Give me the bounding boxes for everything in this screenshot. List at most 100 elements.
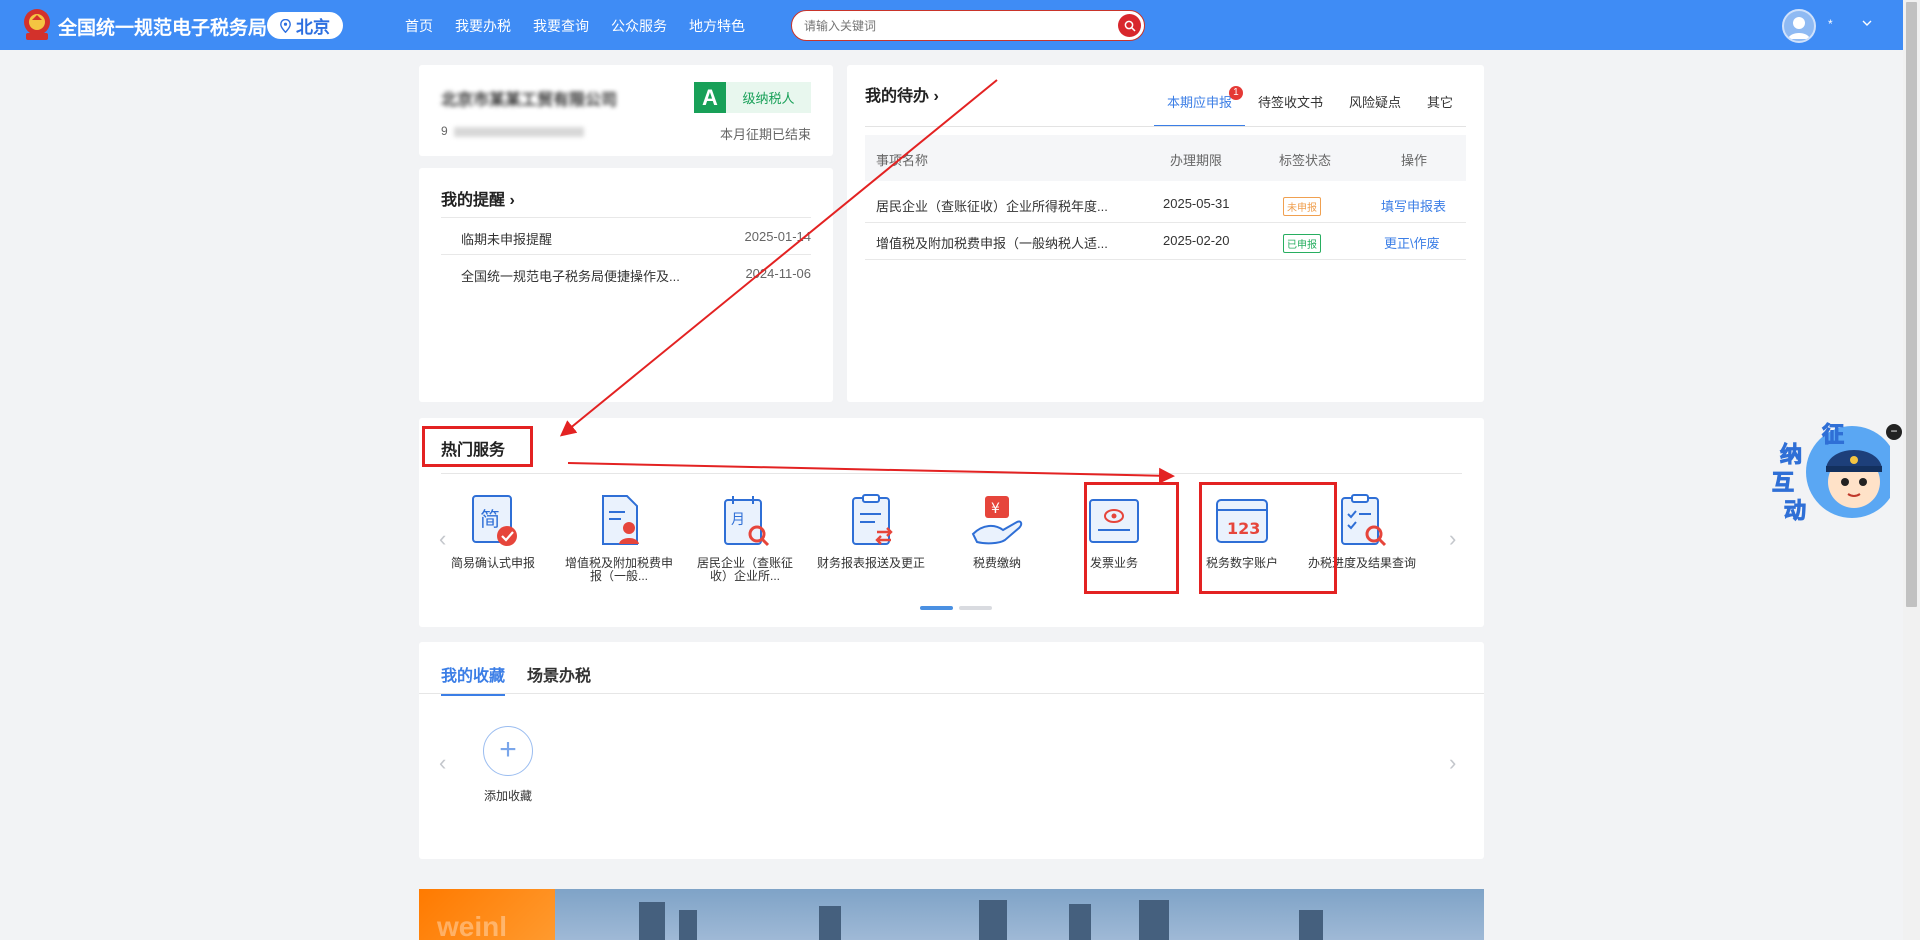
tax-payment-icon: ¥ (971, 496, 1023, 545)
col-deadline: 办理期限 (1170, 153, 1223, 168)
hot-services-title: 热门服务 (441, 442, 506, 459)
todo-count-badge: 1 (1228, 86, 1243, 100)
add-favorite-button[interactable]: + (483, 726, 533, 776)
hot-services-card: 热门服务 ‹ › 简 简易确认式申报 增值税及附加税费申报（一般... 月 居民… (419, 418, 1484, 627)
company-card: 北京市某某工贸有限公司 9 A 级纳税人 本月征期已结束 (419, 65, 833, 156)
status-badge: 已申报 (1283, 234, 1321, 253)
highlight-box (1199, 482, 1337, 594)
service-financial-report[interactable]: 财务报表报送及更正 (816, 494, 926, 570)
service-vat-declare[interactable]: 增值税及附加税费申报（一般... (564, 494, 674, 583)
service-label: 财务报表报送及更正 (816, 556, 925, 570)
favorites-prev-button[interactable]: ‹ (439, 750, 446, 776)
reminder-date: 2025-01-14 (744, 229, 812, 244)
username[interactable]: * (1828, 17, 1833, 31)
todo-item-name: 居民企业（查账征收）企业所得税年度... (876, 199, 1108, 214)
col-status: 标签状态 (1279, 153, 1332, 168)
progress-query-icon (1341, 494, 1387, 547)
service-tax-payment[interactable]: ¥ 税费缴纳 (942, 494, 1052, 570)
reminder-item[interactable]: 全国统一规范电子税务局便捷操作及... 2024-11-06 (441, 254, 811, 291)
search-icon (1124, 20, 1136, 32)
nav-public-service[interactable]: 公众服务 (611, 16, 667, 36)
tax-assistant-widget[interactable]: 征 纳 互 动 (1770, 420, 1890, 530)
carousel-dot[interactable] (920, 606, 953, 610)
add-favorite-label: 添加收藏 (483, 789, 532, 803)
correct-void-link[interactable]: 更正\作废 (1384, 233, 1440, 252)
city-name: 北京 (296, 18, 330, 37)
banner-logo-block: weinl (419, 889, 555, 940)
banner-building (1069, 904, 1091, 940)
assistant-char: 征 (1822, 422, 1844, 448)
assistant-close-button[interactable]: − (1886, 424, 1902, 440)
nav-query[interactable]: 我要查询 (533, 16, 589, 36)
tab-other[interactable]: 其它 (1414, 95, 1466, 127)
tab-scenario-tax[interactable]: 场景办税 (527, 662, 591, 696)
table-row: 居民企业（查账征收）企业所得税年度... 2025-05-31 未申报 填写申报… (865, 186, 1466, 223)
favorites-card: 我的收藏 场景办税 ‹ › + 添加收藏 (419, 642, 1484, 859)
city-selector[interactable]: 北京 (267, 12, 343, 39)
nav-local-feature[interactable]: 地方特色 (689, 16, 745, 36)
tab-risk[interactable]: 风险疑点 (1336, 95, 1414, 127)
chevron-down-icon[interactable] (1862, 19, 1872, 27)
search-button[interactable] (1118, 14, 1141, 37)
svg-text:简: 简 (480, 507, 500, 531)
tax-emblem-logo[interactable] (20, 7, 54, 43)
tax-id: 9 (441, 124, 584, 138)
reminder-date: 2024-11-06 (745, 266, 811, 281)
reminders-title[interactable]: 我的提醒 › (441, 186, 515, 210)
service-corp-income[interactable]: 月 居民企业（查账征收）企业所... (690, 494, 800, 583)
tab-pending-docs[interactable]: 待签收文书 (1245, 95, 1336, 127)
period-status: 本月征期已结束 (719, 127, 811, 142)
corp-income-icon: 月 (724, 496, 770, 547)
reminder-text: 全国统一规范电子税务局便捷操作及... (461, 269, 680, 284)
banner-building (1139, 900, 1169, 940)
nav-handle-tax[interactable]: 我要办税 (455, 16, 511, 36)
svg-text:月: 月 (731, 512, 745, 528)
financial-report-icon (852, 494, 893, 545)
tax-id-redacted (453, 126, 584, 137)
assistant-char: 动 (1784, 499, 1806, 524)
todo-table-header: 事项名称 办理期限 标签状态 操作 (865, 135, 1466, 181)
search-input[interactable] (804, 17, 1094, 35)
reminders-card: 我的提醒 › 临期未申报提醒 2025-01-14 全国统一规范电子税务局便捷操… (419, 168, 833, 402)
assistant-char: 纳 (1780, 442, 1802, 468)
banner-building (819, 906, 841, 940)
carousel-next-button[interactable]: › (1449, 526, 1456, 552)
scrollbar-thumb[interactable] (1906, 2, 1917, 607)
company-name: 北京市某某工贸有限公司 (441, 92, 618, 109)
service-label: 简易确认式申报 (450, 556, 535, 570)
todo-item-name: 增值税及附加税费申报（一般纳税人适... (876, 236, 1108, 251)
vat-declare-icon (602, 495, 639, 545)
svg-text:¥: ¥ (991, 501, 1000, 517)
divider (441, 473, 1462, 474)
user-avatar[interactable] (1782, 9, 1816, 43)
divider (865, 126, 1466, 127)
tax-id-prefix: 9 (441, 124, 448, 138)
service-label: 增值税及附加税费申报（一般... (564, 556, 673, 583)
todo-title[interactable]: 我的待办 › (865, 82, 939, 106)
tab-current-period[interactable]: 本期应申报 1 (1153, 86, 1245, 127)
tab-my-favorites[interactable]: 我的收藏 (441, 662, 506, 696)
favorites-next-button[interactable]: › (1449, 750, 1456, 776)
nav-home[interactable]: 首页 (405, 16, 433, 36)
search-box (791, 10, 1145, 41)
todo-card: 我的待办 › 本期应申报 1 待签收文书 风险疑点 其它 事项名称 办理期限 标签… (847, 65, 1484, 402)
banner-building (1299, 910, 1323, 940)
promo-banner[interactable]: weinl (419, 889, 1484, 940)
brand-title[interactable]: 全国统一规范电子税务局 (58, 13, 267, 40)
service-simple-declare[interactable]: 简 简易确认式申报 (438, 494, 548, 570)
banner-building (979, 900, 1007, 940)
credit-grade-label: 级纳税人 (742, 91, 795, 106)
credit-grade-badge: A 级纳税人 (694, 82, 811, 113)
carousel-dots (920, 606, 992, 610)
todo-deadline: 2025-05-31 (1163, 196, 1230, 211)
credit-grade-letter: A (694, 82, 726, 113)
banner-building (679, 910, 697, 940)
carousel-dot[interactable] (959, 606, 992, 610)
status-badge: 未申报 (1283, 197, 1321, 216)
banner-building (639, 902, 665, 940)
highlight-box (1084, 482, 1179, 594)
simple-declare-icon: 简 (472, 495, 517, 546)
col-name: 事项名称 (876, 153, 929, 168)
reminder-item[interactable]: 临期未申报提醒 2025-01-14 (441, 217, 811, 254)
fill-declaration-link[interactable]: 填写申报表 (1381, 196, 1446, 215)
